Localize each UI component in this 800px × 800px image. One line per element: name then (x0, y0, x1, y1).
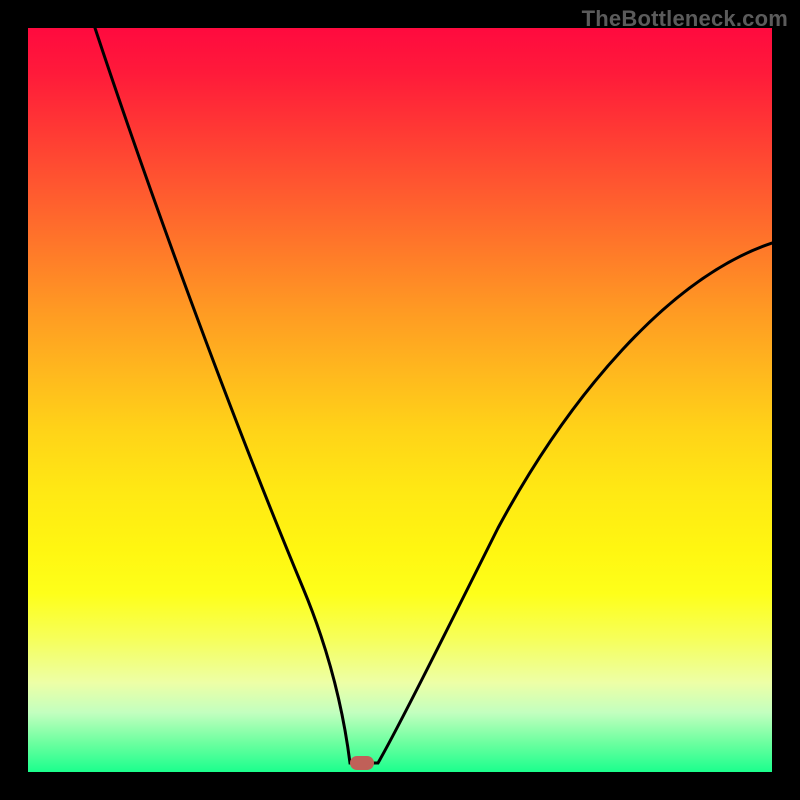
min-marker (350, 756, 374, 770)
bottleneck-curve (95, 28, 772, 763)
watermark-text: TheBottleneck.com (582, 6, 788, 32)
curve-layer (28, 28, 772, 772)
outer-frame: TheBottleneck.com (0, 0, 800, 800)
